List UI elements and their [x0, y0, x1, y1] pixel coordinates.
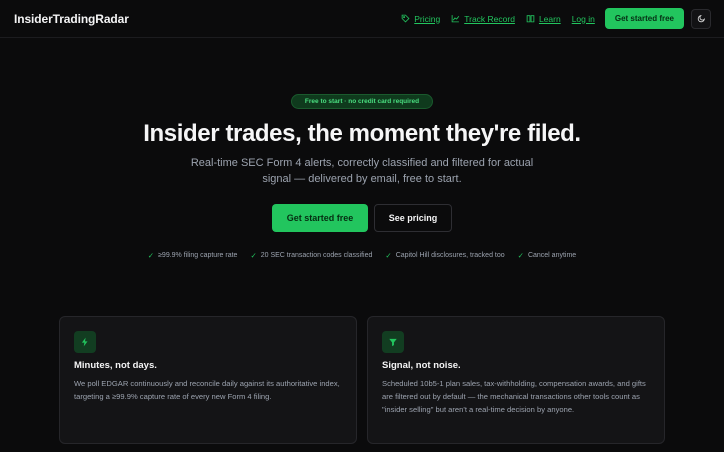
check-icon: ✓: [147, 251, 155, 260]
nav-link-label: Learn: [538, 13, 561, 24]
feature-card-signal: Signal, not noise. Scheduled 10b5-1 plan…: [367, 316, 665, 444]
checklist-item: ✓ 20 SEC transaction codes classified: [250, 251, 372, 260]
feature-checklist: ✓ ≥99.9% filing capture rate ✓ 20 SEC tr…: [0, 251, 724, 260]
lightning-icon: [81, 337, 88, 347]
free-badge: Free to start · no credit card required: [291, 94, 433, 109]
moon-icon: [697, 14, 705, 23]
checklist-label: Cancel anytime: [527, 252, 577, 259]
card-icon-box: [382, 331, 404, 353]
nav-link-pricing[interactable]: Pricing: [401, 14, 440, 24]
hero-subtitle: Real-time SEC Form 4 alerts, correctly c…: [190, 157, 534, 185]
checklist-label: ≥99.9% filing capture rate: [158, 252, 238, 259]
card-body: Scheduled 10b5-1 plan sales, tax-withhol…: [382, 379, 646, 414]
card-title: Minutes, not days.: [74, 360, 157, 371]
tag-icon: [401, 14, 410, 23]
checklist-item: ✓ Cancel anytime: [518, 251, 577, 260]
check-icon: ✓: [250, 251, 257, 260]
nav-link-login[interactable]: Log in: [572, 14, 595, 24]
check-icon: ✓: [517, 251, 524, 260]
feature-card-speed: Minutes, not days. We poll EDGAR continu…: [59, 316, 357, 444]
card-body: We poll EDGAR continuously and reconcile…: [74, 379, 340, 401]
checklist-label: Capitol Hill disclosures, tracked too: [395, 252, 505, 259]
checklist-item: ✓ Capitol Hill disclosures, tracked too: [385, 251, 504, 260]
check-icon: ✓: [385, 251, 392, 260]
get-started-button[interactable]: Get started free: [272, 204, 368, 232]
checklist-item: ✓ ≥99.9% filing capture rate: [148, 251, 238, 260]
nav-links: Pricing Track Record Learn Log in Get st…: [390, 8, 711, 29]
checklist-label: 20 SEC transaction codes classified: [260, 252, 373, 259]
card-icon-box: [74, 331, 96, 353]
nav-link-label: Log in: [571, 13, 595, 24]
see-pricing-button[interactable]: See pricing: [374, 204, 452, 232]
chart-icon: [451, 15, 460, 23]
brand-logo[interactable]: InsiderTradingRadar: [14, 12, 129, 26]
nav-link-label: Track Record: [464, 13, 515, 24]
nav-get-started-button[interactable]: Get started free: [604, 8, 684, 29]
card-title: Signal, not noise.: [382, 360, 461, 371]
nav-link-learn[interactable]: Learn: [526, 14, 561, 24]
filter-icon: [389, 338, 397, 347]
book-icon: [526, 15, 535, 23]
top-nav: InsiderTradingRadar Pricing Track Record…: [0, 0, 724, 38]
hero-title: Insider trades, the moment they're filed…: [143, 120, 581, 147]
nav-link-track-record[interactable]: Track Record: [451, 14, 515, 24]
nav-link-label: Pricing: [414, 13, 441, 24]
theme-toggle-button[interactable]: [691, 8, 711, 29]
